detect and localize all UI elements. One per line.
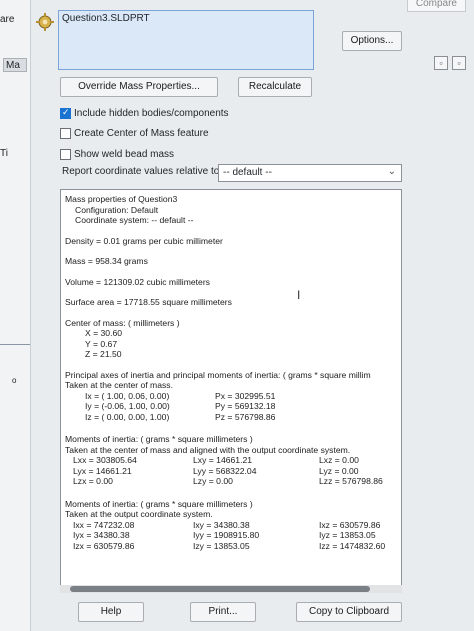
ixx-value: Ixx = 747232.08 xyxy=(73,519,135,530)
density-value: Density = 0.01 grams per cubic millimete… xyxy=(65,235,223,246)
moi-output-title: Moments of inertia: ( grams * square mil… xyxy=(65,498,253,509)
left-strip-box[interactable]: Ma xyxy=(3,58,27,72)
results-coord-system: Coordinate system: -- default -- xyxy=(75,215,194,225)
pin-icon[interactable]: ▫ xyxy=(434,56,448,70)
py-value: Py = 569132.18 xyxy=(215,401,276,411)
com-x: X = 30.60 xyxy=(85,328,123,338)
left-strip-small-text: o xyxy=(12,376,17,385)
com-y: Y = 0.67 xyxy=(85,338,118,349)
include-hidden-checkbox[interactable] xyxy=(60,107,71,119)
include-hidden-checkbox-row[interactable]: Include hidden bodies/components xyxy=(60,105,229,121)
principal-axes-title: Principal axes of inertia and principal … xyxy=(65,369,371,380)
create-com-label: Create Center of Mass feature xyxy=(74,127,209,139)
options-button[interactable]: Options... xyxy=(342,31,402,51)
print-button[interactable]: Print... xyxy=(190,602,256,622)
com-z: Z = 21.50 xyxy=(85,349,122,359)
px-value: Px = 302995.51 xyxy=(215,390,276,401)
create-com-checkbox[interactable] xyxy=(60,127,71,139)
lzz-value: Lzz = 576798.86 xyxy=(319,476,383,486)
ix-value: Ix = ( 1.00, 0.06, 0.00) xyxy=(85,390,170,401)
left-panel-strip: are Ma Ti o xyxy=(0,0,31,631)
lxy-value: Lxy = 14661.21 xyxy=(193,455,253,465)
mass-value: Mass = 958.34 grams xyxy=(65,256,148,266)
mass-properties-results[interactable]: Mass properties of Question3 Configurati… xyxy=(60,189,402,593)
override-mass-properties-button[interactable]: Override Mass Properties... xyxy=(60,77,218,97)
moi-output-taken: Taken at the output coordinate system. xyxy=(65,509,213,519)
left-strip-mid-text: Ti xyxy=(0,148,8,159)
ixz-value: Ixz = 630579.86 xyxy=(319,519,381,530)
results-title: Mass properties of Question3 xyxy=(65,194,178,204)
lyy-value: Lyy = 568322.04 xyxy=(193,465,257,476)
lyz-value: Lyz = 0.00 xyxy=(319,465,359,476)
lzx-value: Lzx = 0.00 xyxy=(73,476,113,486)
center-of-mass-title: Center of mass: ( millimeters ) xyxy=(65,317,180,328)
coordinate-system-value: -- default -- xyxy=(223,167,272,178)
text-cursor-icon: I xyxy=(297,288,301,302)
create-com-checkbox-row[interactable]: Create Center of Mass feature xyxy=(60,125,209,141)
principal-axes-grid: Ix = ( 1.00, 0.06, 0.00) Px = 302995.51 … xyxy=(65,391,397,423)
include-hidden-label: Include hidden bodies/components xyxy=(74,107,229,119)
ixy-value: Ixy = 34380.38 xyxy=(193,519,250,530)
results-configuration: Configuration: Default xyxy=(75,204,159,215)
volume-value: Volume = 121309.02 cubic millimeters xyxy=(65,276,210,287)
left-strip-divider xyxy=(0,344,30,345)
izx-value: Izx = 630579.86 xyxy=(73,540,135,551)
moi-center-title: Moments of inertia: ( grams * square mil… xyxy=(65,434,253,444)
horizontal-scrollbar[interactable] xyxy=(60,585,402,593)
moi-center-grid: Lxx = 303805.64 Lxy = 14661.21 Lxz = 0.0… xyxy=(65,455,397,487)
help-button[interactable]: Help xyxy=(78,602,144,622)
iz-value: Iz = ( 0.00, 0.00, 1.00) xyxy=(85,411,170,422)
part-name: Question3.SLDPRT xyxy=(62,13,150,24)
scrollbar-thumb[interactable] xyxy=(70,586,370,592)
window-controls: ▫ ▫ xyxy=(434,56,466,70)
moi-center-taken: Taken at the center of mass and aligned … xyxy=(65,444,351,455)
selected-items-list[interactable]: Question3.SLDPRT xyxy=(58,10,314,70)
show-weld-label: Show weld bead mass xyxy=(74,148,175,160)
surface-area-value: Surface area = 17718.55 square millimete… xyxy=(65,297,232,307)
left-strip-top-text: are xyxy=(0,14,15,25)
show-weld-checkbox[interactable] xyxy=(60,148,71,160)
lxz-value: Lxz = 0.00 xyxy=(319,455,359,465)
chevron-down-icon: ⌄ xyxy=(387,166,396,177)
iy-value: Iy = (-0.06, 1.00, 0.00) xyxy=(85,401,170,411)
iyx-value: Iyx = 34380.38 xyxy=(73,530,130,540)
iyz-value: Iyz = 13853.05 xyxy=(319,530,376,540)
principal-axes-taken: Taken at the center of mass. xyxy=(65,380,173,390)
show-weld-checkbox-row[interactable]: Show weld bead mass xyxy=(60,146,174,162)
recalculate-button[interactable]: Recalculate xyxy=(238,77,312,97)
close-icon[interactable]: ▫ xyxy=(452,56,466,70)
gear-icon xyxy=(36,13,54,31)
lxx-value: Lxx = 303805.64 xyxy=(73,455,137,465)
izy-value: Izy = 13853.05 xyxy=(193,540,250,551)
compare-button[interactable]: Compare xyxy=(406,0,466,12)
moi-output-grid: Ixx = 747232.08 Ixy = 34380.38 Ixz = 630… xyxy=(65,520,397,552)
pz-value: Pz = 576798.86 xyxy=(215,411,276,422)
iyy-value: Iyy = 1908915.80 xyxy=(193,530,260,540)
report-coordinate-label: Report coordinate values relative to: xyxy=(62,166,223,177)
coordinate-system-select[interactable]: -- default -- ⌄ xyxy=(218,164,402,182)
lzy-value: Lzy = 0.00 xyxy=(193,476,233,486)
copy-to-clipboard-button[interactable]: Copy to Clipboard xyxy=(296,602,402,622)
lyx-value: Lyx = 14661.21 xyxy=(73,465,132,476)
izz-value: Izz = 1474832.60 xyxy=(319,540,386,551)
